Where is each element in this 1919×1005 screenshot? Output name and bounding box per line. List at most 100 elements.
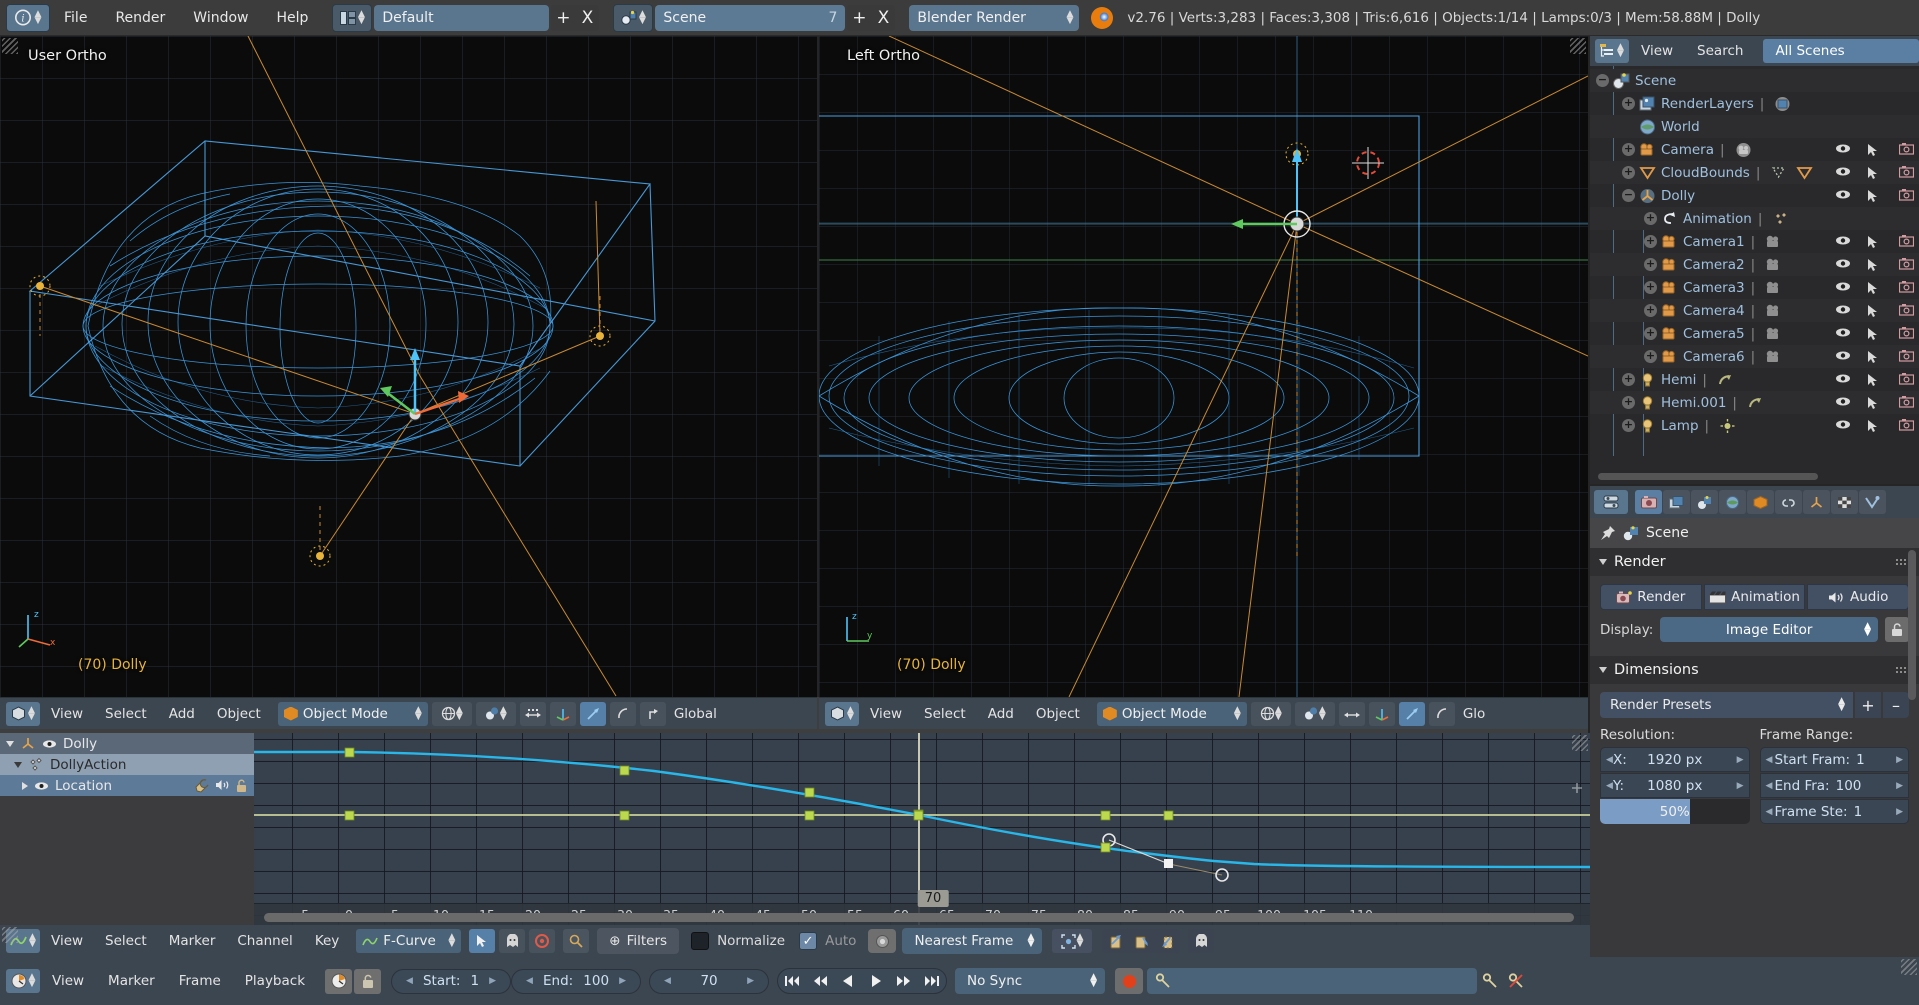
increment-arrow-icon[interactable]: ▶ — [489, 976, 496, 986]
tab-render[interactable] — [1635, 490, 1662, 514]
auto-keyframe-record-button[interactable] — [1115, 968, 1143, 994]
increment-arrow-icon[interactable]: ▶ — [1737, 755, 1744, 765]
outliner-row-lamp[interactable]: + Lamp | — [1590, 414, 1919, 437]
scene-browse-icon[interactable]: ▲▼ — [613, 4, 653, 32]
pin-icon[interactable] — [1600, 525, 1616, 541]
outliner-row-camera1[interactable]: + Camera1 | — [1590, 230, 1919, 253]
renderability-camera-icon[interactable] — [1899, 258, 1915, 272]
visibility-eye-icon[interactable] — [1835, 396, 1851, 410]
camera-data-icon[interactable] — [1765, 303, 1783, 319]
tab-scene[interactable] — [1691, 490, 1718, 514]
expander-minus-icon[interactable]: − — [1596, 74, 1609, 87]
select-cursor-tool[interactable] — [469, 929, 495, 953]
channel-visibility-eye-icon-2[interactable] — [34, 781, 49, 791]
expander-plus-icon[interactable]: + — [1644, 281, 1657, 294]
start-frame-field[interactable]: ◀ Start Fram: 1 ▶ — [1760, 747, 1910, 772]
renderability-camera-icon[interactable] — [1899, 350, 1915, 364]
graph-region-toggle-icon[interactable] — [1570, 781, 1584, 795]
end-frame-field[interactable]: ◀ End Fra: 100 ▶ — [1760, 773, 1910, 798]
visibility-eye-icon[interactable] — [1835, 281, 1851, 295]
vp-left-menu-add[interactable]: Add — [158, 698, 206, 730]
expander-plus-icon[interactable]: + — [1644, 258, 1657, 271]
selectability-cursor-icon[interactable] — [1867, 396, 1883, 410]
lamp-data-icon[interactable] — [1719, 418, 1737, 434]
render-panel-header[interactable]: Render — [1590, 548, 1919, 576]
decrement-arrow-icon[interactable]: ◀ — [664, 976, 671, 986]
auto-normalize-checkbox[interactable]: ✓ — [799, 932, 817, 950]
tab-object[interactable] — [1747, 490, 1774, 514]
scene-remove-button[interactable]: X — [871, 8, 895, 28]
outliner-row-camera4[interactable]: + Camera4 | — [1590, 299, 1919, 322]
tl-menu-view[interactable]: View — [40, 973, 96, 989]
outliner-row-animation[interactable]: + Animation | — [1590, 207, 1919, 230]
visibility-eye-icon[interactable] — [1835, 419, 1851, 433]
selectability-cursor-icon[interactable] — [1867, 281, 1883, 295]
paste-keyframes-icon[interactable] — [1128, 929, 1154, 953]
graph-editor-x-axis[interactable]: -5 0 5 10 15 20 25 30 35 40 45 50 55 60 … — [254, 903, 1590, 925]
selectability-cursor-icon[interactable] — [1867, 419, 1883, 433]
channel-collapse-triangle-icon[interactable] — [22, 782, 28, 790]
selectability-cursor-icon[interactable] — [1867, 166, 1883, 180]
tab-texture[interactable] — [1831, 490, 1858, 514]
area-corner-handle-graph[interactable] — [1572, 735, 1588, 751]
expander-plus-icon[interactable]: + — [1622, 396, 1635, 409]
start-frame-timeline-field[interactable]: ◀ Start: 1 ▶ — [391, 969, 511, 994]
play-reverse-button[interactable] — [834, 968, 862, 994]
decrement-arrow-icon[interactable]: ◀ — [1766, 781, 1773, 791]
hemi-data-icon[interactable] — [1717, 372, 1735, 388]
visibility-eye-icon[interactable] — [1835, 166, 1851, 180]
rotate-manipulator-icon[interactable] — [580, 702, 606, 726]
layout-add-button[interactable]: + — [551, 8, 575, 28]
tl-menu-playback[interactable]: Playback — [233, 973, 317, 989]
area-corner-handle-timeline[interactable] — [1901, 959, 1917, 975]
ge-menu-key[interactable]: Key — [304, 925, 350, 957]
expander-plus-icon[interactable]: + — [1622, 97, 1635, 110]
hemi-data-icon[interactable] — [1747, 395, 1765, 411]
renderability-camera-icon[interactable] — [1899, 419, 1915, 433]
renderability-camera-icon[interactable] — [1899, 143, 1915, 157]
scale-manipulator-icon-2[interactable] — [1429, 702, 1455, 726]
proportional-edit-toggle[interactable] — [868, 929, 896, 953]
screen-layout-field[interactable]: Default — [374, 5, 549, 31]
next-keyframe-button[interactable] — [890, 968, 918, 994]
area-corner-handle-ge[interactable] — [2, 927, 18, 943]
insert-keyframe-button[interactable] — [1477, 968, 1503, 994]
renderability-camera-icon[interactable] — [1899, 373, 1915, 387]
expander-minus-icon[interactable]: − — [1622, 189, 1635, 202]
normalize-checkbox[interactable] — [691, 932, 709, 950]
channel-row-location[interactable]: Location — [0, 775, 254, 796]
vp-right-menu-select[interactable]: Select — [913, 698, 977, 730]
manipulator-toggle-2[interactable] — [1339, 702, 1365, 726]
expander-plus-icon[interactable]: + — [1622, 143, 1635, 156]
vp-right-menu-add[interactable]: Add — [977, 698, 1025, 730]
visibility-eye-icon[interactable] — [1835, 143, 1851, 157]
selectability-cursor-icon[interactable] — [1867, 304, 1883, 318]
viewport-user-ortho[interactable]: User Ortho (70) Dolly z x — [0, 36, 817, 697]
outliner-row-dolly[interactable]: − Dolly — [1590, 184, 1919, 207]
expander-plus-icon[interactable]: + — [1644, 212, 1657, 225]
expander-plus-icon[interactable]: + — [1644, 327, 1657, 340]
menu-render[interactable]: Render — [101, 0, 179, 36]
ge-menu-select[interactable]: Select — [94, 925, 158, 957]
copy-keyframes-icon[interactable] — [1102, 929, 1128, 953]
pivot-point-select-2[interactable]: ▲▼ — [1295, 702, 1335, 726]
increment-arrow-icon[interactable]: ▶ — [747, 976, 754, 986]
translate-manipulator-icon[interactable] — [550, 702, 576, 726]
frame-step-field[interactable]: ◀ Frame Ste: 1 ▶ — [1760, 799, 1910, 824]
previous-keyframe-button[interactable] — [806, 968, 834, 994]
display-lock-button[interactable] — [1885, 617, 1909, 642]
camera-data-icon[interactable] — [1765, 326, 1783, 342]
vp-left-menu-object[interactable]: Object — [206, 698, 272, 730]
use-audio-scrubbing-toggle[interactable] — [325, 969, 352, 994]
outliner-row-camera6[interactable]: + Camera6 | — [1590, 345, 1919, 368]
tab-object-data[interactable] — [1803, 490, 1830, 514]
outliner-row-hemi[interactable]: + Hemi | — [1590, 368, 1919, 391]
tab-world[interactable] — [1719, 490, 1746, 514]
transform-orientation-value[interactable]: Global — [674, 706, 717, 722]
decrement-arrow-icon[interactable]: ◀ — [1606, 755, 1613, 765]
increment-arrow-icon[interactable]: ▶ — [1896, 807, 1903, 817]
decrement-arrow-icon[interactable]: ◀ — [1766, 755, 1773, 765]
renderability-camera-icon[interactable] — [1899, 281, 1915, 295]
renderability-camera-icon[interactable] — [1899, 304, 1915, 318]
jump-to-end-button[interactable] — [918, 968, 946, 994]
